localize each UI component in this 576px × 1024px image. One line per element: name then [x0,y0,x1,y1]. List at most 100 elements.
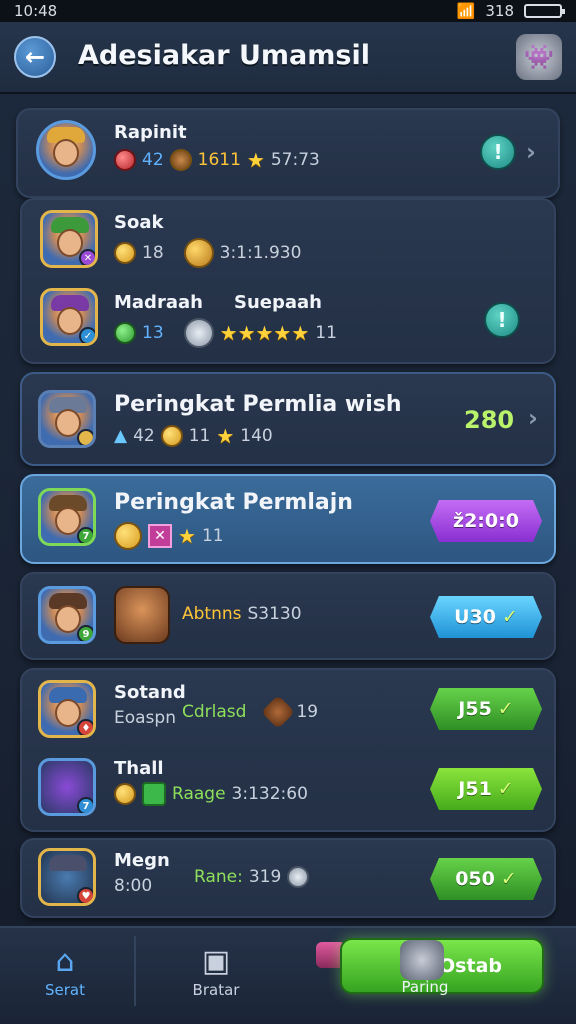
character-icon[interactable]: 👾 [516,34,562,80]
coin-icon [114,783,136,805]
star-icon: ★ [178,524,196,548]
stat-label: Abtnns [182,604,242,624]
star-count: 11 [315,323,337,343]
coin-count: 11 [188,426,211,446]
nut-icon [169,149,192,171]
arrow-left-icon: ← [24,43,46,71]
avatar [36,120,96,180]
score-pill[interactable]: U30 ✓ [430,596,542,638]
avatar: 9 [38,586,96,644]
bottom-navigation: ⌂ Serat ▣ Bratar 2Ostab Paring [0,926,576,1024]
leaderboard-group: ✕ Soak 18 3:1:1.930 ✓ Madraah Suepaah 13… [20,198,556,364]
player-name: Soak [114,212,164,233]
avatar: 7 [38,488,96,546]
gem-count: 42 [142,150,164,170]
player-name: Peringkat Permlajn [114,490,353,515]
gem-count: 13 [142,323,164,343]
check-icon: ✓ [500,868,517,890]
player-name: Madraah [114,292,203,313]
stat-value: 3:132:60 [231,784,308,804]
chocolate-icon [261,695,296,729]
score-pill[interactable]: 050 ✓ [430,858,542,900]
score-pill[interactable]: J55 ✓ [430,688,542,730]
info-button[interactable]: ! [480,134,516,170]
back-button[interactable]: ← [14,36,56,78]
silver-coin-icon [287,866,310,888]
stat-label: Cdrlasd [182,702,247,722]
green-gem-icon [114,322,136,344]
info-button[interactable]: ! [484,302,520,338]
star-icon: ★ [246,148,265,172]
score-value: 3:1:1.930 [219,243,302,263]
cube-icon [142,782,166,806]
avatar: ♥ [38,848,96,906]
coin-icon [114,242,136,264]
trophy-character-icon [114,586,170,644]
leaderboard-row[interactable]: Peringkat Permlia wish ▲ 42 11 ★ 140 280… [20,372,556,466]
player-name: Rapinit [114,122,187,143]
nav-avatar-label: Bratar [192,981,240,999]
avatar: 7 [38,758,96,816]
potion-count: 42 [133,426,155,446]
avatar: ✕ [40,210,98,268]
acorn-icon [183,238,214,268]
stat-label: Raage [172,784,226,804]
badge-icon: ✕ [148,524,172,548]
chevron-right-icon[interactable]: › [526,138,536,166]
coin-stack-icon [114,522,142,550]
coin-count: 1611 [197,150,241,170]
nav-playing[interactable]: Paring [380,978,470,996]
player-name: Sotand [114,682,186,703]
avatar: ✓ [40,288,98,346]
battery-icon [524,4,565,18]
check-icon: ✓ [497,698,514,720]
player-name: Peringkat Permlia wish [114,392,402,417]
home-icon: ⌂ [55,944,75,979]
app-header: ← Adesiakar Umamsil 👾 [0,22,576,94]
player-subtitle: Eoaspn [114,708,176,728]
coin-count: 18 [142,243,164,263]
nav-avatar[interactable]: ▣ Bratar [176,944,256,999]
stat-value: 319 [248,867,282,887]
avatar: ♦ [38,680,96,738]
leaderboard-row[interactable]: ♥ Megn 8:00 Rane: 319 050 ✓ [20,838,556,918]
score-pill[interactable]: ž2:0:0 [430,500,542,542]
page-title: Adesiakar Umamsil [78,40,370,71]
leaderboard-row[interactable]: 9 Abtnns S3130 U30 ✓ [20,572,556,660]
chevron-right-icon[interactable]: › [528,404,538,432]
signal-text: 318 [485,2,514,20]
leaderboard-row[interactable]: Rapinit 42 1611 ★ 57:73 ! › [16,108,560,198]
nav-home[interactable]: ⌂ Serat [30,944,100,999]
status-time: 10:48 [14,2,58,20]
nav-playing-label: Paring [401,978,449,996]
check-icon: ✓ [497,778,514,800]
player-name: Thall [114,758,164,779]
check-icon: ✓ [501,606,518,628]
star-count: 140 [240,426,273,446]
ring-icon [183,318,214,348]
coin-icon [160,425,183,447]
leaderboard-row-current-player[interactable]: 7 Peringkat Permlajn ✕ ★ 11 ž2:0:0 [20,474,556,564]
knight-icon [400,940,444,980]
nav-home-label: Serat [45,981,85,999]
score-pill[interactable]: J51 ✓ [430,768,542,810]
avatar [38,390,96,448]
player-name-secondary: Suepaah [234,292,322,313]
leaderboard-group: ♦ Sotand Eoaspn Cdrlasd 19 J55 ✓ 7 Thall … [20,668,556,832]
wifi-icon: 📶 [456,2,476,20]
stat-value: S3130 [247,604,302,624]
stat-value: 19 [296,702,319,722]
score-value: 57:73 [270,150,320,170]
star-icon: ★ [216,424,235,448]
star-count: 11 [201,526,224,546]
briefcase-icon: ▣ [201,944,231,979]
info-icon: ! [493,140,503,164]
gem-icon [114,149,136,171]
score-value: 280 [464,406,515,434]
stat-label: Rane: [194,867,243,887]
potion-icon: ▲ [114,426,128,446]
player-name: Megn [114,850,170,871]
info-icon: ! [497,308,507,332]
player-subtitle: 8:00 [114,876,153,896]
status-bar: 10:48 📶 318 [0,0,576,22]
